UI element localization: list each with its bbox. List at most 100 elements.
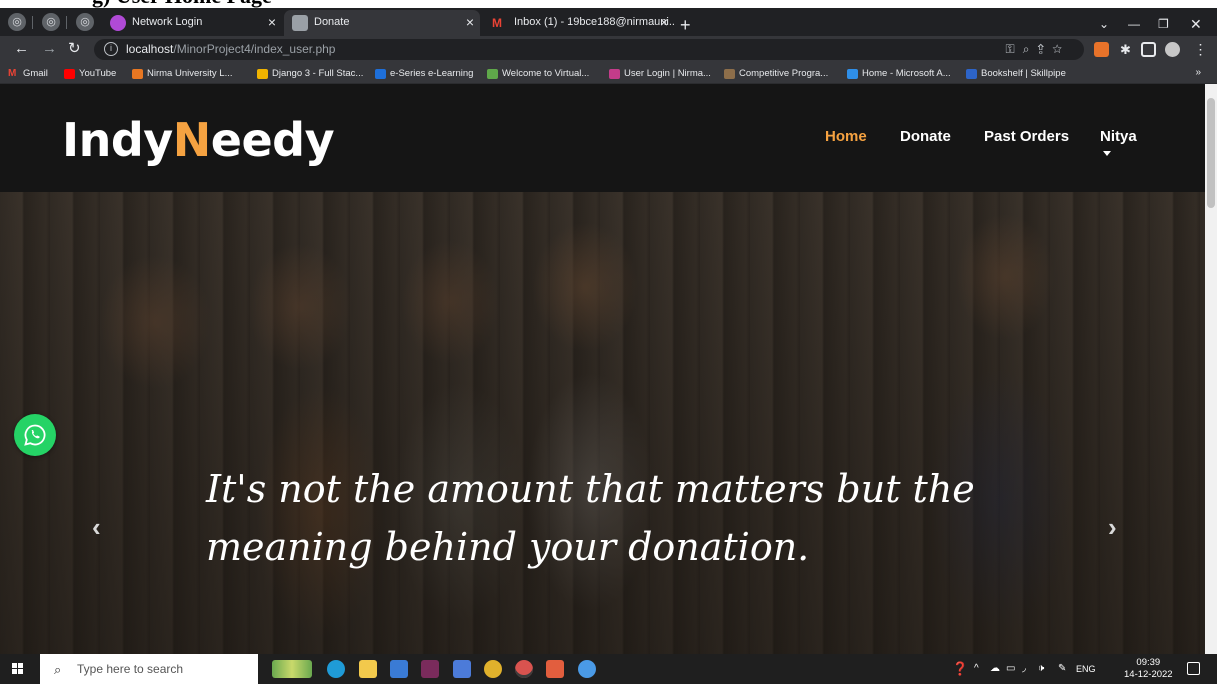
tab-network-login[interactable]: Network Login × <box>102 10 282 36</box>
carousel-prev-icon[interactable]: ‹ <box>92 514 101 540</box>
nav-past-orders[interactable]: Past Orders <box>984 128 1069 146</box>
system-clock[interactable]: 09:39 14-12-2022 <box>1124 657 1173 681</box>
eseries-icon <box>375 69 386 79</box>
bookmark-label: User Login | Nirma... <box>624 68 711 79</box>
page-viewport: IndyNeedy Home Donate Past Orders Nitya … <box>0 84 1217 654</box>
search-icon: ⌕ <box>54 662 62 677</box>
minimize-button[interactable]: — <box>1128 17 1140 31</box>
vs-icon[interactable] <box>421 660 439 678</box>
pinned-tab-icon[interactable]: ◎ <box>42 13 60 31</box>
xampp-icon[interactable] <box>546 660 564 678</box>
document-caption: g) User Home Page <box>0 0 1217 8</box>
bookmark-virtual[interactable]: Welcome to Virtual... <box>487 67 589 81</box>
tray-overflow-icon[interactable]: ^ <box>974 662 979 676</box>
notification-center-icon[interactable] <box>1187 662 1200 675</box>
close-window-button[interactable]: ✕ <box>1190 17 1202 31</box>
url-text: localhost/MinorProject4/index_user.php <box>126 42 335 57</box>
bookmark-skillpipe[interactable]: Bookshelf | Skillpipe <box>966 67 1066 81</box>
puzzle-icon[interactable]: ✱ <box>1118 42 1133 57</box>
youtube-icon <box>64 69 75 79</box>
chrome-icon[interactable] <box>484 660 502 678</box>
battery-icon[interactable]: ▭ <box>1006 662 1015 676</box>
tab-label: Inbox (1) - 19bce188@nirmauni... <box>514 16 674 28</box>
menu-icon[interactable]: ⋮ <box>1193 42 1208 57</box>
hero-quote-line-2: meaning behind your donation. <box>206 525 810 569</box>
bookmark-user-login[interactable]: User Login | Nirma... <box>609 67 711 81</box>
page-scrollbar[interactable] <box>1205 84 1217 654</box>
bookmark-eseries[interactable]: e-Series e-Learning <box>375 67 473 81</box>
dropdown-caret-icon[interactable] <box>1103 151 1111 156</box>
whatsapp-chat-button[interactable] <box>14 414 56 456</box>
site-logo[interactable]: IndyNeedy <box>62 112 335 168</box>
windows-start-icon[interactable] <box>12 663 24 675</box>
browser-tab-strip: ◎ ◎ ◎ Network Login × Donate × M Inbox (… <box>0 8 1217 36</box>
taskbar-search[interactable]: ⌕ Type here to search <box>40 654 258 684</box>
info-icon[interactable]: i <box>104 42 118 56</box>
document-caption-text: g) User Home Page <box>92 0 272 8</box>
help-icon[interactable]: ❓ <box>952 662 968 675</box>
volume-icon[interactable]: 🕩 <box>1038 662 1044 676</box>
zoom-icon[interactable]: ⌕ <box>1023 42 1038 56</box>
tab-separator <box>66 16 67 29</box>
vscode-icon[interactable] <box>453 660 471 678</box>
forward-button[interactable]: → <box>42 40 57 58</box>
bookmark-youtube[interactable]: YouTube <box>64 67 116 81</box>
scrollbar-thumb[interactable] <box>1207 98 1215 208</box>
wifi-icon[interactable]: ◞ <box>1022 662 1026 676</box>
tab-separator <box>32 16 33 29</box>
bookmark-gmail[interactable]: M Gmail <box>8 67 48 81</box>
gmail-icon: M <box>492 16 502 30</box>
star-icon[interactable]: ☆ <box>1052 42 1070 56</box>
tab-donate[interactable]: Donate × <box>284 10 480 36</box>
bookmark-label: Home - Microsoft A... <box>862 68 951 79</box>
edge-icon[interactable] <box>327 660 345 678</box>
bookmarks-bar: M Gmail YouTube Nirma University L... Dja… <box>0 64 1217 84</box>
tab-search-icon[interactable]: ⌄ <box>1099 17 1109 31</box>
maximize-button[interactable]: ❐ <box>1158 17 1169 31</box>
extension-icon[interactable] <box>1094 42 1109 57</box>
bookmark-label: Gmail <box>23 68 48 79</box>
bookmarks-overflow-icon[interactable]: » <box>1195 67 1201 78</box>
sidebar-icon[interactable] <box>1141 42 1156 57</box>
logo-text-n: N <box>172 113 212 167</box>
back-button[interactable]: ← <box>14 40 29 58</box>
bookmark-nirma[interactable]: Nirma University L... <box>132 67 233 81</box>
close-icon[interactable]: × <box>466 10 474 34</box>
bookmark-django[interactable]: Django 3 - Full Stac... <box>257 67 363 81</box>
share-icon[interactable]: ⇪ <box>1037 42 1052 56</box>
hero-image-overlay <box>0 192 1205 654</box>
profile-avatar[interactable] <box>1165 42 1180 57</box>
reload-button[interactable]: ↻ <box>68 40 81 58</box>
carousel-next-icon[interactable]: › <box>1108 514 1117 540</box>
new-tab-button[interactable]: + <box>680 16 691 34</box>
address-bar[interactable]: i localhost/MinorProject4/index_user.php… <box>94 39 1084 60</box>
browser-toolbar: ← → ↻ i localhost/MinorProject4/index_us… <box>0 36 1217 64</box>
bookmark-microsoft[interactable]: Home - Microsoft A... <box>847 67 951 81</box>
pinned-tab-icon[interactable]: ◎ <box>8 13 26 31</box>
chrome-active-icon[interactable] <box>515 660 533 678</box>
nav-user-menu[interactable]: Nitya <box>1100 128 1137 146</box>
language-indicator[interactable]: ENG <box>1076 662 1096 676</box>
bookmark-label: Bookshelf | Skillpipe <box>981 68 1066 79</box>
clock-time: 09:39 <box>1136 657 1161 668</box>
bamboo-widget-icon[interactable] <box>272 660 312 678</box>
onedrive-icon[interactable]: ☁ <box>990 662 1000 676</box>
tab-inbox[interactable]: M Inbox (1) - 19bce188@nirmauni... × <box>484 10 674 36</box>
nav-home[interactable]: Home <box>825 128 867 146</box>
site-header: IndyNeedy Home Donate Past Orders Nitya <box>0 84 1205 192</box>
url-host: localhost <box>126 42 174 56</box>
codechef-icon <box>724 69 735 79</box>
address-bar-actions[interactable]: ⚿⌕⇪☆ <box>1006 41 1070 57</box>
clock-date: 14-12-2022 <box>1124 669 1173 680</box>
nav-donate[interactable]: Donate <box>900 128 951 146</box>
pinned-tab-icon[interactable]: ◎ <box>76 13 94 31</box>
umbrella-icon <box>110 15 126 31</box>
key-icon[interactable]: ⚿ <box>1006 42 1023 56</box>
bookmark-competitive[interactable]: Competitive Progra... <box>724 67 828 81</box>
pen-icon[interactable]: ✎ <box>1058 662 1066 676</box>
chrome-profile-icon[interactable] <box>578 660 596 678</box>
close-icon[interactable]: × <box>268 10 276 34</box>
store-icon[interactable] <box>390 660 408 678</box>
file-explorer-icon[interactable] <box>359 660 377 678</box>
close-icon[interactable]: × <box>660 10 668 34</box>
